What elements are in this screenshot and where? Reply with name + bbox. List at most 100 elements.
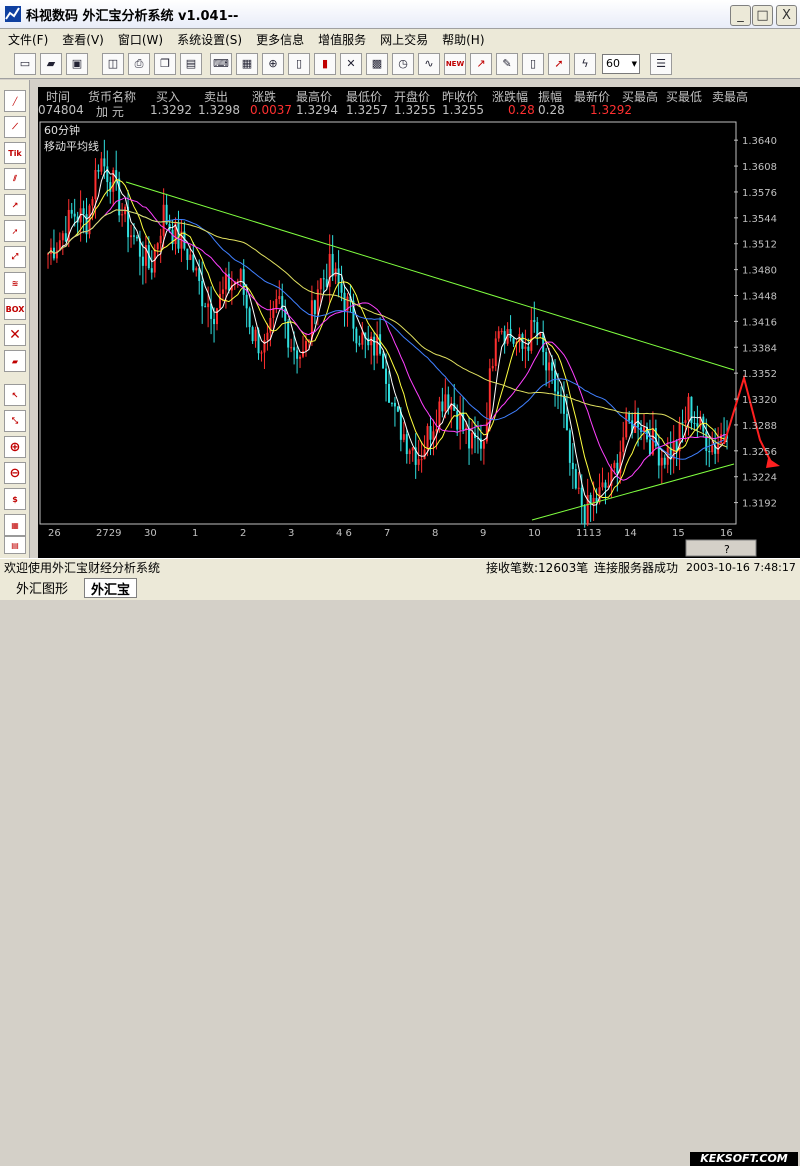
candle-body [355,328,358,344]
y-tick-label: 1.3576 [742,188,777,199]
chart-icon[interactable]: ▦ [236,52,258,75]
x-tick-label: 4 6 [336,528,352,539]
y-tick-label: 1.3352 [742,369,777,380]
minimize-button[interactable]: _ [730,5,751,26]
menu-settings[interactable]: 系统设置(S) [177,31,242,48]
candle-body [132,235,135,237]
toolbar: ▭ ▰ ▣ ◫ ⎙ ❐ ▤ ⌨ ▦ ⊕ ▯ ▮ ✕ ▩ ◷ ∿ NEW ↗ ✎ … [0,49,800,79]
grid-icon[interactable]: ▩ [366,52,388,75]
chart-scrollbar[interactable] [685,539,757,557]
calc-icon[interactable]: ▦ [4,514,26,536]
candle-body [435,429,438,432]
menu-more-info[interactable]: 更多信息 [256,31,304,48]
arrow-line-icon[interactable]: ➚ [4,220,26,242]
print-preview-icon[interactable]: ◫ [102,52,124,75]
zoom-icon[interactable]: ↗ [470,52,492,75]
grid-small-icon[interactable]: ▤ [4,536,26,554]
tab-forex-chart[interactable]: 外汇图形 [10,578,74,598]
candle-body [150,268,153,273]
arrow-icon[interactable]: ➚ [548,52,570,75]
candle-body [195,268,198,271]
list-icon[interactable]: ☰ [650,52,672,75]
candle-body [616,462,619,474]
candle-body [402,434,405,440]
copy-icon[interactable]: ❐ [154,52,176,75]
eraser-icon[interactable]: ▰ [4,350,26,372]
candle-body [302,351,305,357]
quote-open: 1.3255 [394,103,436,117]
quote-amplitude: 0.28 [538,103,565,117]
period-select[interactable]: 60 ▼ [602,53,640,74]
candle-body [121,214,124,216]
candle-body [456,410,459,430]
cursor-icon[interactable]: ↖ [4,384,26,406]
trend-line-icon[interactable]: ╱ [4,90,26,112]
quote-change: 0.0037 [250,103,292,117]
maximize-button[interactable]: □ [752,5,773,26]
y-tick-label: 1.3448 [742,291,777,302]
price-chart[interactable]: 60分钟 移动平均线 1.3640 1.3608 1.3576 1.3544 1.351… [38,120,800,558]
candle-body [657,446,660,466]
x-tick-label: 7 [384,528,390,539]
candle-body [278,296,281,299]
menu-file[interactable]: 文件(F) [8,31,48,48]
quote-low: 1.3257 [346,103,388,117]
minus-icon[interactable]: ⊖ [4,462,26,484]
candle-body [432,431,435,440]
clock-icon[interactable]: ◷ [392,52,414,75]
fibonacci-icon[interactable]: ≋ [4,272,26,294]
candle-body [370,336,373,346]
print-icon[interactable]: ⎙ [128,52,150,75]
candle-body [459,412,462,430]
indicator-icon[interactable]: ∿ [418,52,440,75]
x-tick-label: 1113 [576,528,601,539]
menu-value-added[interactable]: 增值服务 [318,31,366,48]
candle-body [61,233,64,241]
price-icon[interactable]: $ [4,488,26,510]
keyboard-icon[interactable]: ⌨ [210,52,232,75]
candle-body [245,294,248,309]
candle-body [130,235,133,238]
candle-body [539,333,542,336]
fan-line-icon[interactable]: ⟋ [4,116,26,138]
open-folder-icon[interactable]: ▰ [40,52,62,75]
candle-body [106,166,109,183]
menu-help[interactable]: 帮助(H) [442,31,484,48]
extend-line-icon[interactable]: ⤢ [4,246,26,268]
plus-icon[interactable]: ⊕ [4,436,26,458]
ray-icon[interactable]: ↗ [4,194,26,216]
help-icon[interactable]: ? [724,543,730,556]
zoom-in-icon[interactable]: ⤡ [4,410,26,432]
status-connection: 连接服务器成功 [594,561,679,575]
menu-view[interactable]: 查看(V) [62,31,104,48]
candle-body [405,434,408,455]
lightning-icon[interactable]: ϟ [574,52,596,75]
x-tick-label: 9 [480,528,486,539]
bar-chart-icon[interactable]: ▮ [314,52,336,75]
tick-icon[interactable]: Tik [4,142,26,164]
tab-forex-treasure[interactable]: 外汇宝 [84,578,138,598]
page-icon[interactable]: ▯ [522,52,544,75]
new-icon[interactable]: NEW [444,52,466,75]
save-icon[interactable]: ▣ [66,52,88,75]
menu-online-trade[interactable]: 网上交易 [380,31,428,48]
book-icon[interactable]: ▯ [288,52,310,75]
candle-body [429,426,432,440]
candle-body [393,402,396,407]
close-button[interactable]: X [776,5,797,26]
candle-body [373,336,376,356]
candle-body [293,347,296,351]
parallel-line-icon[interactable]: ⫽ [4,168,26,190]
link-icon[interactable]: ⊕ [262,52,284,75]
candle-body [296,350,299,359]
new-file-icon[interactable]: ▭ [14,52,36,75]
delete-icon[interactable]: ✕ [4,324,26,346]
box-icon[interactable]: BOX [4,298,26,320]
candle-body [577,487,580,489]
candle-body [580,487,583,506]
candle-body [177,222,180,249]
pencil-icon[interactable]: ✎ [496,52,518,75]
paste-icon[interactable]: ▤ [180,52,202,75]
crosshair-icon[interactable]: ✕ [340,52,362,75]
menu-window[interactable]: 窗口(W) [118,31,163,48]
